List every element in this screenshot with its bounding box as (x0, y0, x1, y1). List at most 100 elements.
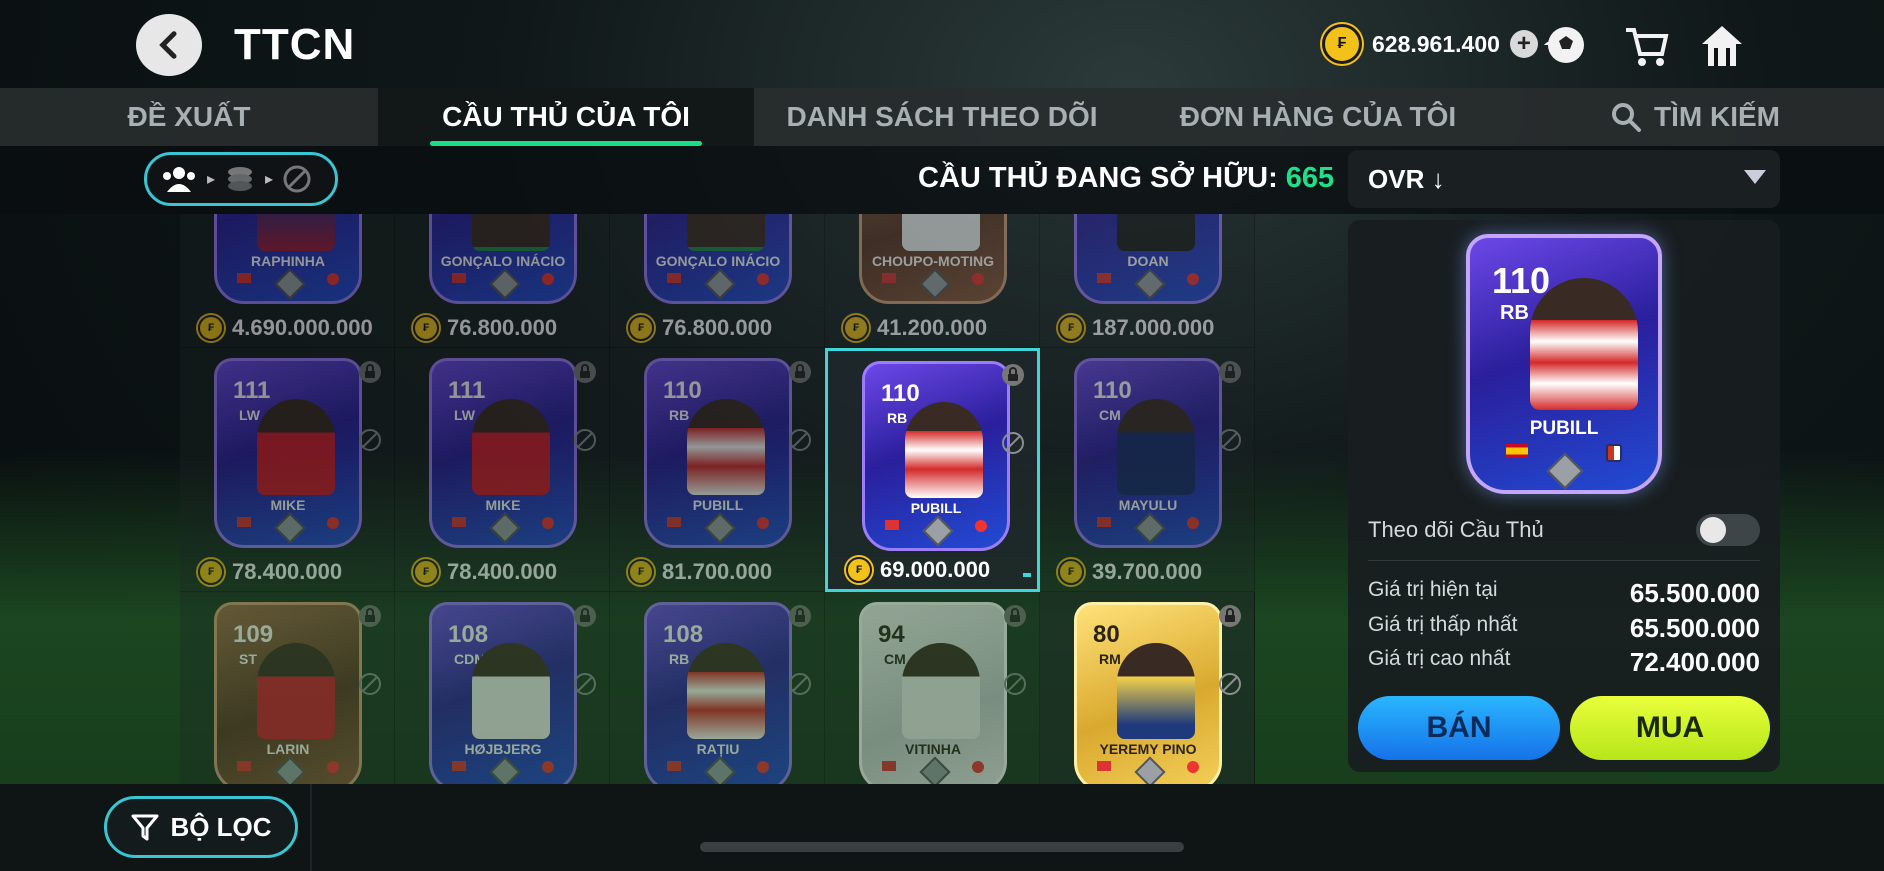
player-portrait (1117, 643, 1195, 739)
card-position: RB (669, 651, 690, 667)
card-player-name: VITINHA (905, 741, 961, 757)
player-portrait (687, 399, 765, 495)
card-player-name: RAPHINHA (251, 253, 325, 269)
card-ovr: 111 (448, 377, 486, 404)
card-player-name: PUBILL (910, 500, 962, 516)
flag-icon (1097, 517, 1111, 527)
card-player-name: CHOUPO-MOTING (871, 253, 995, 269)
player-grid-cell[interactable]: 110 RB PUBILL ₣ 81.700.000 (610, 348, 825, 592)
follow-toggle[interactable] (1696, 514, 1760, 546)
lock-icon (359, 605, 381, 627)
no-trade-icon (574, 429, 596, 451)
player-grid-cell[interactable]: 110 CM MAYULU ₣ 39.700.000 (1040, 348, 1255, 592)
player-card: 108 CDM HØJBJERG (429, 602, 577, 784)
flag-icon (667, 273, 681, 283)
tab-don-hang-cua-toi[interactable]: ĐƠN HÀNG CỦA TÔI (1130, 88, 1506, 146)
chevron-left-icon (159, 31, 177, 59)
flag-icon (882, 273, 896, 283)
player-grid-cell[interactable]: 80 RM YEREMY PINO (1040, 592, 1255, 784)
buy-button[interactable]: MUA (1570, 696, 1770, 760)
tab-cau-thu-cua-toi[interactable]: CẦU THỦ CỦA TÔI (378, 88, 754, 146)
tab-danh-sach-theo-doi[interactable]: DANH SÁCH THEO DÕI (754, 88, 1130, 146)
breadcrumb-arrow-icon: ▸ (207, 171, 216, 188)
owned-count: 665 (1285, 162, 1335, 194)
search-icon (1612, 103, 1641, 132)
max-value: 72.400.000 (1629, 647, 1760, 677)
card-position: LW (239, 407, 260, 423)
no-trade-icon (1219, 429, 1241, 451)
card-ovr: 80 (1093, 621, 1120, 648)
back-button[interactable] (136, 14, 202, 76)
tab-de-xuat[interactable]: ĐỀ XUẤT (0, 88, 378, 146)
player-portrait (257, 399, 335, 495)
card-player-name: MIKE (270, 497, 306, 513)
follow-player-row: Theo dõi Cầu Thủ (1368, 510, 1760, 550)
category-breadcrumb[interactable]: ▸ ▸ (144, 152, 338, 206)
coin-icon: ₣ (1058, 315, 1084, 341)
coin-icon: ₣ (198, 315, 224, 341)
player-grid-cell[interactable]: RAPHINHA ₣ 4.690.000.000 (180, 214, 395, 348)
no-trade-icon (789, 429, 811, 451)
card-price: ₣ 76.800.000 (628, 315, 772, 341)
card-player-name: MIKE (485, 497, 521, 513)
card-player-name: YEREMY PINO (1099, 741, 1197, 757)
club-crest-icon (542, 761, 554, 773)
club-crest-icon (542, 517, 554, 529)
filter-button[interactable]: BỘ LỌC (104, 796, 298, 858)
card-ovr: 108 (663, 621, 704, 648)
flag-icon (667, 517, 681, 527)
club-crest-icon (327, 273, 339, 285)
player-portrait (257, 643, 335, 739)
card-price-value: 69.000.000 (880, 557, 991, 582)
ball-icon[interactable] (1540, 20, 1592, 70)
tab-tim-kiem[interactable]: TÌM KIẾM (1506, 88, 1884, 146)
add-coins-button[interactable]: + (1509, 30, 1538, 58)
card-price-value: 187.000.000 (1092, 315, 1215, 340)
card-price: ₣ 78.400.000 (198, 559, 342, 585)
player-grid-cell[interactable]: 112CBGONÇALO INÁCIO ₣ 76.800.000 (395, 214, 610, 348)
player-card: 111 LW MIKE (429, 358, 577, 548)
player-grid-cell[interactable]: 110 RB PUBILL ₣ 69.000.000 (825, 348, 1040, 592)
player-grid-cell[interactable]: 109 ST LARIN (180, 592, 395, 784)
player-grid-cell[interactable]: 112CHOUPO-MOTING ₣ 41.200.000 (825, 214, 1040, 348)
player-grid-cell[interactable]: 111 LW MIKE ₣ 78.400.000 (180, 348, 395, 592)
card-player-name: LARIN (266, 741, 310, 757)
player-card: 112CBGONÇALO INÁCIO (644, 214, 792, 304)
player-card: 111 LW MIKE (214, 358, 362, 548)
sort-dropdown[interactable]: OVR ↓ (1348, 150, 1780, 208)
player-grid-cell[interactable]: 111 LW MIKE ₣ 78.400.000 (395, 348, 610, 592)
flag-icon (1097, 761, 1111, 771)
player-grid-cell[interactable]: 94 CM VITINHA (825, 592, 1040, 784)
player-grid-cell[interactable]: DOAN ₣ 187.000.000 (1040, 214, 1255, 348)
coin-icon: ₣ (198, 559, 224, 585)
cart-icon[interactable] (1620, 20, 1672, 70)
home-icon[interactable] (1696, 20, 1748, 70)
card-price-value: 41.200.000 (877, 315, 988, 340)
sell-button[interactable]: BÁN (1358, 696, 1560, 760)
lock-icon (1004, 605, 1026, 627)
coin-icon: ₣ (413, 559, 439, 585)
coin-icon: ₣ (846, 557, 872, 583)
upgrade-gem-icon (1546, 452, 1584, 490)
player-grid-cell[interactable]: 108 RB RAȚIU (610, 592, 825, 784)
no-trade-icon (789, 673, 811, 695)
player-card: 110 CM MAYULU (1074, 358, 1222, 548)
player-grid-cell[interactable]: 112CBGONÇALO INÁCIO ₣ 76.800.000 (610, 214, 825, 348)
card-ovr: 109 (233, 621, 274, 648)
lock-icon (359, 361, 381, 383)
coin-icon: ₣ (843, 315, 869, 341)
card-price-value: 76.800.000 (662, 315, 773, 340)
player-grid-cell[interactable]: 108 CDM HØJBJERG (395, 592, 610, 784)
card-ovr: 108 (448, 621, 489, 648)
player-card: DOAN (1074, 214, 1222, 304)
flag-icon (885, 520, 899, 530)
player-card: 108 RB RAȚIU (644, 602, 792, 784)
player-portrait (1530, 278, 1638, 410)
player-card: 112CBGONÇALO INÁCIO (429, 214, 577, 304)
club-crest-icon (1187, 761, 1199, 773)
club-crest-icon (1187, 273, 1199, 285)
current-value-row: Giá trị hiện tại 65.500.000 (1368, 578, 1760, 609)
players-icon (163, 167, 195, 192)
no-trade-icon (1002, 432, 1024, 454)
player-card-large[interactable]: 110 RB PUBILL (1466, 234, 1662, 494)
